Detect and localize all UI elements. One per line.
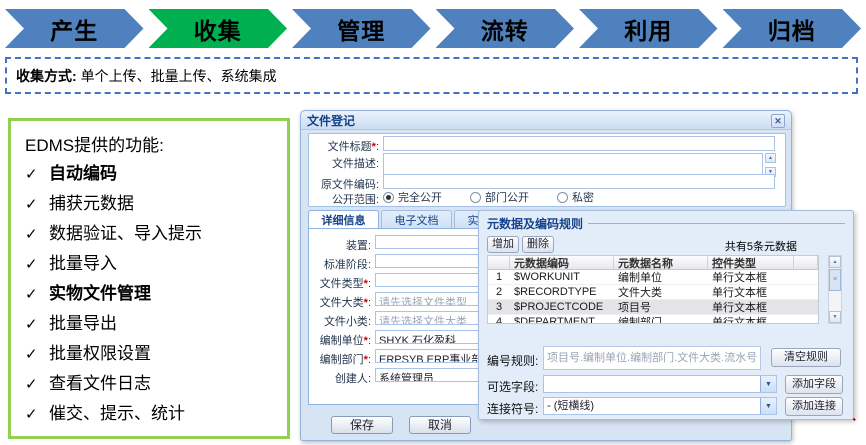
chevron-down-icon[interactable]: ▼ bbox=[760, 398, 776, 414]
save-button[interactable]: 保存 bbox=[331, 416, 393, 434]
field-label: 原文件编码: bbox=[311, 176, 379, 192]
table-header-row: 元数据编码 元数据名称 控件类型 bbox=[488, 256, 818, 270]
optional-field-combo[interactable]: ▼ bbox=[543, 375, 777, 393]
col-header-code: 元数据编码 bbox=[510, 256, 614, 269]
check-icon: ✓ bbox=[25, 220, 49, 249]
panel-legend: 元数据及编码规则 bbox=[487, 215, 845, 232]
check-icon: ✓ bbox=[25, 340, 49, 369]
check-icon: ✓ bbox=[25, 280, 49, 309]
basic-info-panel: 文件标题*: 文件描述: ▲ ▼ 原文件编码: 公开范围: 完全公开 部门公开 bbox=[308, 133, 786, 207]
list-item: ✓查看文件日志 bbox=[25, 369, 279, 399]
table-row[interactable]: 3 $PROJECTCODE 项目号 单行文本框 bbox=[488, 300, 818, 315]
radio-icon[interactable] bbox=[557, 192, 568, 203]
check-icon: ✓ bbox=[25, 310, 49, 339]
table-row[interactable]: 2 $RECORDTYPE 文件大类 单行文本框 bbox=[488, 285, 818, 300]
banner-label: 收集方式: bbox=[16, 66, 77, 86]
list-item: ✓实物文件管理 bbox=[25, 279, 279, 309]
field-label: 文件描述: bbox=[311, 155, 379, 171]
original-code-input[interactable] bbox=[383, 174, 775, 189]
edms-feature-box: EDMS提供的功能: ✓自动编码 ✓捕获元数据 ✓数据验证、导入提示 ✓批量导入… bbox=[8, 118, 290, 439]
col-header-name: 元数据名称 bbox=[614, 256, 708, 269]
slide-canvas: 产生 收集 管理 流转 利用 归档 收集方式: 单个上传、批量上传、系统集成 E… bbox=[0, 0, 866, 445]
field-label: 编制单位*: bbox=[309, 332, 371, 348]
field-label: 公开范围: bbox=[311, 191, 379, 207]
field-label: 文件大类*: bbox=[309, 294, 371, 310]
scroll-down-icon[interactable]: ▼ bbox=[829, 311, 841, 323]
metadata-count: 共有5条元数据 bbox=[725, 238, 797, 254]
list-item: ✓批量导入 bbox=[25, 249, 279, 279]
list-item: ✓批量导出 bbox=[25, 309, 279, 339]
flow-step-circulate: 流转 bbox=[436, 9, 575, 48]
numbering-rule-input[interactable]: 项目号.编制单位.编制部门.文件大类.流水号 bbox=[543, 346, 761, 370]
flow-step-label: 归档 bbox=[768, 12, 816, 46]
field-label: 创建人: bbox=[309, 370, 371, 386]
metadata-table: 元数据编码 元数据名称 控件类型 1 $WORKUNIT 编制单位 单行文本框 … bbox=[487, 255, 819, 324]
col-header-type: 控件类型 bbox=[708, 256, 794, 269]
list-item: ✓数据验证、导入提示 bbox=[25, 219, 279, 249]
chevron-down-icon[interactable]: ▼ bbox=[760, 376, 776, 392]
dialog-title: 文件登记 bbox=[307, 112, 355, 129]
scrollbar-thumb[interactable]: ≡ bbox=[829, 269, 841, 291]
tab-electronic-doc[interactable]: 电子文档 bbox=[381, 210, 452, 229]
flow-step-collect: 收集 bbox=[149, 9, 288, 48]
radio-option-full-public[interactable]: 完全公开 bbox=[383, 189, 442, 205]
table-scrollbar[interactable]: ▲ ≡ ▼ bbox=[828, 255, 842, 324]
clear-rule-button[interactable]: 清空规则 bbox=[771, 348, 841, 367]
flow-step-manage: 管理 bbox=[292, 9, 431, 48]
visibility-radio-group: 完全公开 部门公开 私密 bbox=[383, 189, 616, 205]
edms-feature-list: ✓自动编码 ✓捕获元数据 ✓数据验证、导入提示 ✓批量导入 ✓实物文件管理 ✓批… bbox=[25, 159, 279, 429]
collect-method-banner: 收集方式: 单个上传、批量上传、系统集成 bbox=[5, 57, 858, 94]
check-icon: ✓ bbox=[25, 160, 49, 189]
list-item: ✓捕获元数据 bbox=[25, 189, 279, 219]
table-row[interactable]: 4 $DEPARTMENT 编制部门 单行文本框 bbox=[488, 315, 818, 324]
field-label: 文件类型*: bbox=[309, 275, 371, 291]
check-icon: ✓ bbox=[25, 370, 49, 399]
flow-step-label: 收集 bbox=[194, 12, 242, 46]
delete-button[interactable]: 删除 bbox=[522, 236, 554, 253]
field-label: 连接符号: bbox=[487, 400, 541, 417]
process-flow: 产生 收集 管理 流转 利用 归档 bbox=[5, 9, 861, 48]
cancel-button[interactable]: 取消 bbox=[409, 416, 471, 434]
radio-option-private[interactable]: 私密 bbox=[557, 189, 594, 205]
scroll-up-icon[interactable]: ▲ bbox=[829, 256, 841, 268]
radio-icon[interactable] bbox=[470, 192, 481, 203]
flow-step-utilize: 利用 bbox=[579, 9, 718, 48]
field-label: 编制部门*: bbox=[309, 351, 371, 367]
flow-step-archive: 归档 bbox=[723, 9, 862, 48]
flow-step-produce: 产生 bbox=[5, 9, 144, 48]
check-icon: ✓ bbox=[25, 250, 49, 279]
add-button[interactable]: 增加 bbox=[487, 236, 519, 253]
title-input[interactable] bbox=[383, 136, 775, 151]
field-label: 编号规则: bbox=[487, 352, 541, 369]
check-icon: ✓ bbox=[25, 190, 49, 219]
list-item: ✓批量权限设置 bbox=[25, 339, 279, 369]
close-icon[interactable]: ✕ bbox=[771, 114, 785, 128]
add-field-button[interactable]: 添加字段 bbox=[785, 375, 843, 394]
connector-combo[interactable]: - (短横线) ▼ bbox=[543, 397, 777, 415]
field-label: 可选字段: bbox=[487, 378, 541, 395]
banner-text: 单个上传、批量上传、系统集成 bbox=[81, 66, 277, 86]
dialog-titlebar[interactable]: 文件登记 bbox=[301, 111, 791, 130]
flow-step-label: 管理 bbox=[337, 12, 385, 46]
tab-detail-info[interactable]: 详细信息 bbox=[308, 210, 379, 229]
scroll-up-icon[interactable]: ▲ bbox=[765, 153, 776, 163]
radio-option-dept-public[interactable]: 部门公开 bbox=[470, 189, 529, 205]
metadata-rules-panel: 元数据及编码规则 增加 删除 共有5条元数据 元数据编码 元数据名称 控件类型 … bbox=[478, 210, 854, 420]
field-label: 装置: bbox=[309, 237, 371, 253]
add-connector-button[interactable]: 添加连接 bbox=[785, 397, 843, 416]
field-label: 标准阶段: bbox=[309, 256, 371, 272]
field-label: 文件标题*: bbox=[311, 138, 379, 154]
table-row[interactable]: 1 $WORKUNIT 编制单位 单行文本框 bbox=[488, 270, 818, 285]
flow-step-label: 流转 bbox=[481, 12, 529, 46]
flow-step-label: 产生 bbox=[50, 12, 98, 46]
list-item: ✓催交、提示、统计 bbox=[25, 399, 279, 429]
flow-step-label: 利用 bbox=[624, 12, 672, 46]
radio-icon[interactable] bbox=[383, 192, 394, 203]
list-item: ✓自动编码 bbox=[25, 159, 279, 189]
field-label: 文件小类: bbox=[309, 313, 371, 329]
check-icon: ✓ bbox=[25, 400, 49, 429]
edms-title: EDMS提供的功能: bbox=[25, 133, 279, 159]
